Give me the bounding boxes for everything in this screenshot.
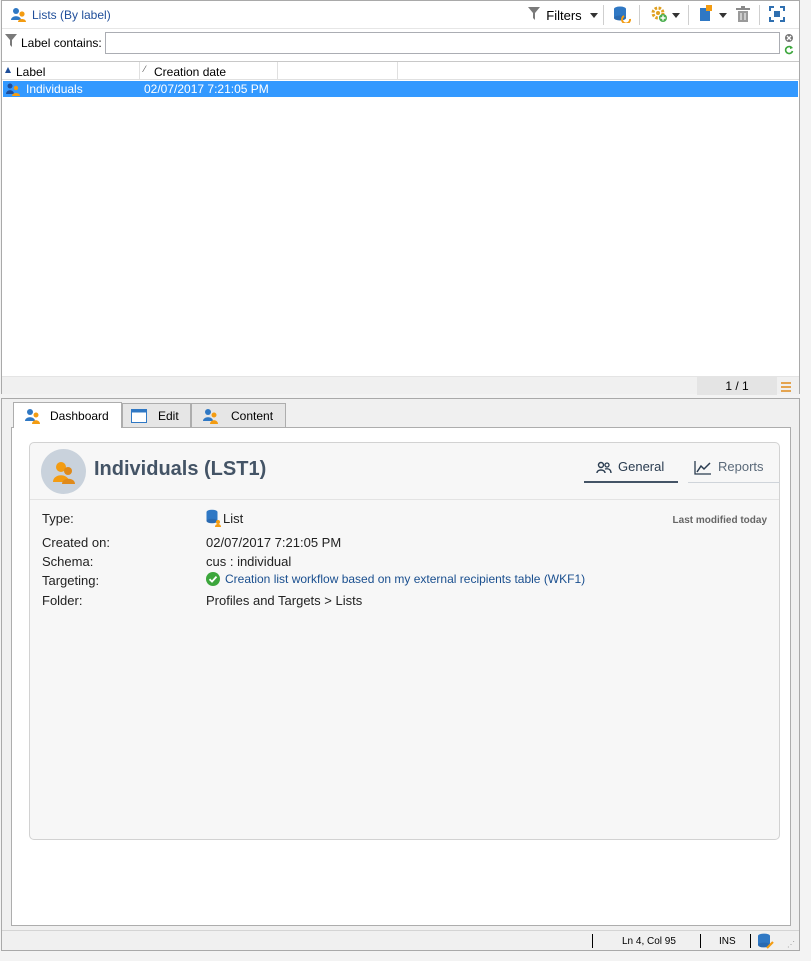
- column-header-creation-date-text: Creation date: [154, 65, 227, 79]
- refresh-icon[interactable]: [784, 44, 794, 58]
- chevron-down-icon: [672, 12, 680, 18]
- gear-add-icon: [650, 5, 668, 26]
- status-separator: [700, 934, 701, 948]
- toolbar-separator: [688, 5, 689, 25]
- insert-mode: INS: [719, 936, 736, 947]
- subtab-general-label: General: [618, 459, 665, 474]
- toolbar-separator: [603, 5, 604, 25]
- database-list-icon: [206, 509, 222, 527]
- row-creation-date: 02/07/2017 7:21:05 PM: [144, 82, 269, 96]
- tab-content-label: Content: [231, 408, 274, 423]
- dashboard-card: Individuals (LST1) General Reports Last …: [29, 442, 780, 840]
- funnel-icon: [528, 6, 541, 24]
- field-value-created-on: 02/07/2017 7:21:05 PM: [206, 535, 342, 550]
- grid-footer: 1 / 1: [2, 376, 799, 395]
- new-list-button[interactable]: [694, 4, 730, 26]
- field-label-created-on: Created on:: [42, 535, 110, 550]
- last-modified: Last modified today: [672, 515, 767, 526]
- maximize-icon: [769, 5, 785, 25]
- page-title: Individuals (LST1): [94, 458, 267, 480]
- filters-button[interactable]: Filters: [526, 4, 600, 26]
- avatar: [41, 449, 86, 494]
- toolbar-separator: [759, 5, 760, 25]
- line-chart-icon: [694, 461, 712, 475]
- maximize-button[interactable]: [766, 4, 788, 26]
- grid-header: Label ⁄ Creation date: [2, 61, 799, 80]
- filters-label: Filters: [546, 7, 582, 23]
- detail-panel: Dashboard Edit Content Individuals (LST1…: [1, 398, 800, 951]
- check-circle-icon: [206, 572, 220, 586]
- sort-ascending-icon: [5, 67, 11, 73]
- tab-dashboard-label: Dashboard: [50, 408, 109, 423]
- window-icon: [131, 408, 147, 423]
- subtab-reports[interactable]: Reports: [688, 459, 780, 483]
- trash-icon: [736, 5, 750, 25]
- database-status-icon[interactable]: [757, 932, 775, 953]
- field-value-targeting: Creation list workflow based on my exter…: [206, 572, 585, 586]
- card-header: Individuals (LST1) General Reports: [30, 443, 780, 500]
- subtab-general[interactable]: General: [584, 459, 678, 483]
- filter-row: Label contains:: [2, 30, 799, 58]
- tab-dashboard[interactable]: Dashboard: [13, 402, 122, 428]
- menu-lines-icon[interactable]: [781, 381, 791, 395]
- column-header-empty: [278, 62, 398, 80]
- field-value-type: List: [206, 509, 243, 527]
- delete-button[interactable]: [733, 4, 753, 26]
- list-row-icon: [5, 82, 21, 99]
- field-label-schema: Schema:: [42, 554, 94, 569]
- sort-indicator-icon: ⁄: [144, 64, 146, 74]
- column-header-label-text: Label: [16, 65, 46, 79]
- field-value-type-text: List: [223, 510, 244, 526]
- application-window: Lists (By label) Filters Label contains:…: [0, 0, 811, 961]
- field-value-folder: Profiles and Targets > Lists: [206, 593, 363, 608]
- subtab-reports-label: Reports: [718, 459, 764, 474]
- people-icon: [24, 408, 42, 424]
- people-outline-icon: [596, 461, 612, 475]
- actions-button[interactable]: [646, 4, 684, 26]
- field-label-targeting: Targeting:: [42, 573, 100, 588]
- table-row[interactable]: Individuals 02/07/2017 7:21:05 PM: [3, 81, 798, 97]
- tab-content[interactable]: Content: [191, 403, 286, 427]
- filter-funnel-icon: [5, 34, 17, 51]
- resize-grip-icon[interactable]: ⋰: [787, 940, 795, 949]
- database-icon: [613, 5, 631, 26]
- list-title[interactable]: Lists (By label): [32, 8, 111, 22]
- chevron-down-icon: [589, 12, 598, 18]
- dashboard-content: Individuals (LST1) General Reports Last …: [11, 427, 791, 926]
- field-value-schema: cus : individual: [206, 554, 292, 569]
- status-separator: [750, 934, 751, 948]
- list-people-icon: [10, 6, 28, 27]
- targeting-workflow-link[interactable]: Creation list workflow based on my exter…: [225, 572, 585, 586]
- chevron-down-icon: [719, 12, 727, 18]
- list-panel: Lists (By label) Filters Label contains:…: [1, 0, 800, 395]
- tab-edit-label: Edit: [158, 408, 179, 423]
- tab-edit[interactable]: Edit: [122, 403, 191, 427]
- label-filter-input[interactable]: [105, 32, 780, 54]
- status-bar: Ln 4, Col 95 INS ⋰: [2, 930, 799, 950]
- database-refresh-button[interactable]: [610, 4, 634, 26]
- status-separator: [592, 934, 593, 948]
- row-label: Individuals: [26, 82, 83, 96]
- list-header: Lists (By label) Filters: [2, 1, 799, 29]
- cursor-position: Ln 4, Col 95: [622, 936, 676, 947]
- filter-label: Label contains:: [21, 36, 102, 50]
- column-header-label[interactable]: Label: [2, 62, 140, 80]
- field-label-type: Type:: [42, 511, 74, 526]
- field-label-folder: Folder:: [42, 593, 83, 608]
- new-document-icon: [697, 4, 715, 26]
- column-header-creation-date[interactable]: ⁄ Creation date: [140, 62, 278, 80]
- pager: 1 / 1: [697, 377, 777, 395]
- people-icon: [202, 408, 220, 424]
- toolbar-separator: [639, 5, 640, 25]
